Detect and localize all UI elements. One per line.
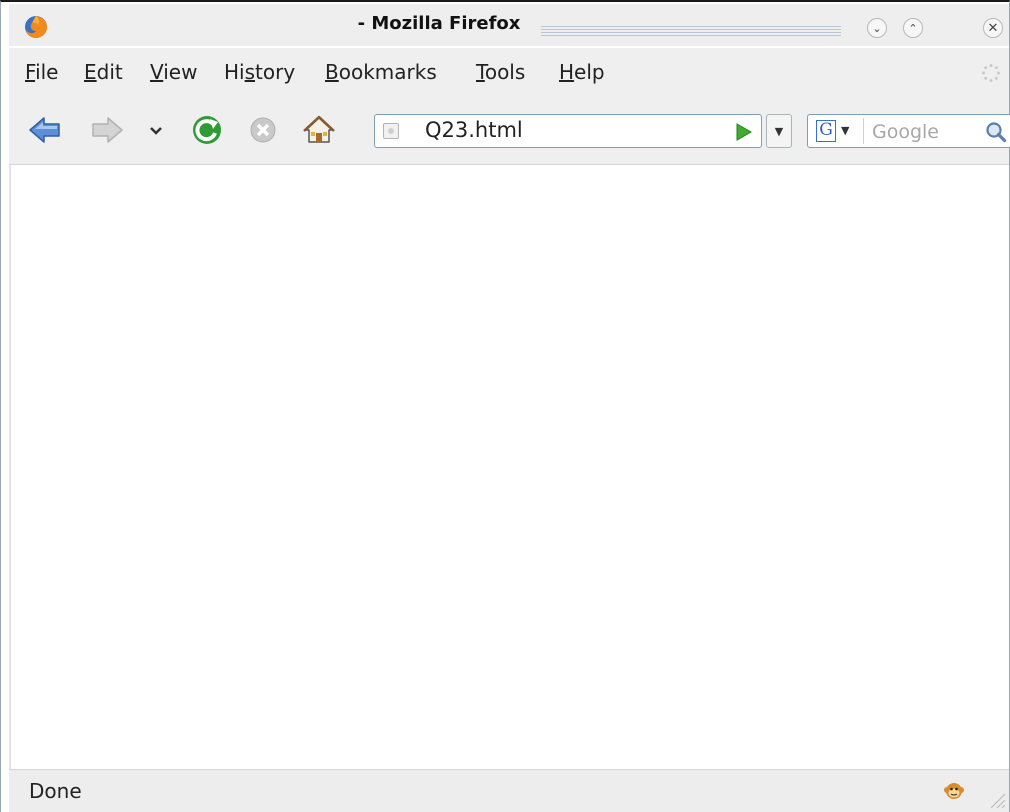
minimize-button[interactable]: ⌄ [867,18,887,38]
menu-view[interactable]: View [150,60,197,84]
stop-button[interactable] [245,112,281,148]
maximize-icon: ⌃ [908,21,918,35]
history-dropdown-button[interactable] [145,112,167,148]
menu-history[interactable]: History [224,60,295,84]
address-text[interactable]: Q23.html [425,118,523,142]
window-title: - Mozilla Firefox [357,13,521,34]
chevron-down-icon: ▼ [774,124,784,138]
browser-window: - Mozilla Firefox ⌄ ⌃ ✕ File Edit View H… [0,0,1010,812]
title-bar-decoration [541,24,841,36]
back-button[interactable] [27,112,63,148]
home-icon [303,115,335,143]
site-identity-icon[interactable] [383,123,399,139]
navigation-toolbar: Q23.html ▼ G ▼ Google [9,100,1010,165]
title-bar[interactable]: - Mozilla Firefox ⌄ ⌃ ✕ [9,4,1009,46]
search-icon[interactable] [985,121,1007,143]
back-arrow-icon [29,117,60,143]
close-icon: ✕ [987,20,999,36]
reload-button[interactable] [189,112,225,148]
search-divider [863,118,864,144]
minimize-icon: ⌄ [872,21,882,35]
forward-button[interactable] [89,112,125,148]
search-engine-dropdown-icon[interactable]: ▼ [841,124,849,137]
search-engine-icon[interactable]: G [816,120,836,142]
maximize-button[interactable]: ⌃ [903,18,923,38]
security-monkey-icon[interactable] [943,780,965,802]
history-dropdown-icon [150,127,162,135]
throbber-icon [982,64,1000,82]
search-input[interactable]: Google [872,121,939,143]
search-bar[interactable]: G ▼ Google [807,114,1010,148]
menu-bookmarks[interactable]: Bookmarks [325,60,437,84]
stop-icon [250,117,276,143]
menu-tools[interactable]: Tools [476,60,525,84]
status-text: Done [29,779,82,803]
menu-file[interactable]: File [25,60,58,84]
go-icon[interactable] [733,122,753,142]
menu-bar: File Edit View History Bookmarks Tools H… [9,48,1009,100]
page-content-area[interactable] [9,165,1009,770]
status-bar: Done [9,769,1009,812]
reload-icon [193,116,221,144]
menu-edit[interactable]: Edit [84,60,123,84]
close-button[interactable]: ✕ [983,18,1003,38]
address-dropdown-button[interactable]: ▼ [766,114,792,148]
forward-arrow-icon [92,117,123,143]
menu-help[interactable]: Help [559,60,605,84]
address-bar[interactable]: Q23.html [374,114,762,148]
home-button[interactable] [301,112,337,148]
resize-grip-icon[interactable] [985,788,1007,810]
